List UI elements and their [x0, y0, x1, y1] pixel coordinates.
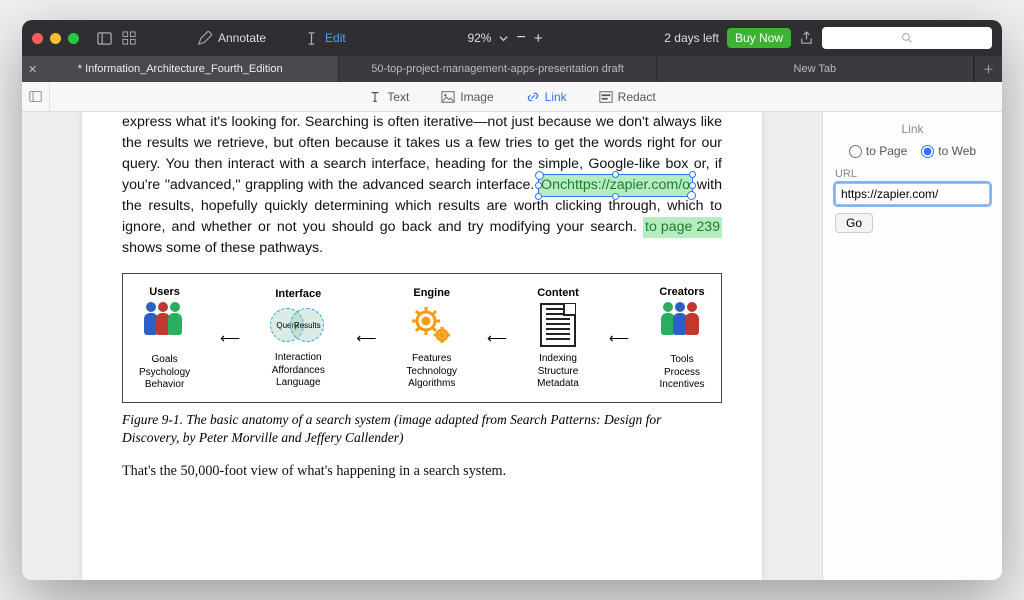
figure-column-users: Users Goals Psychology Behavior	[139, 286, 190, 392]
url-input[interactable]	[835, 183, 990, 205]
radio-label: to Web	[938, 144, 976, 158]
link-annotation-label: to page 239	[645, 219, 720, 235]
go-button[interactable]: Go	[835, 213, 873, 233]
url-field-label: URL	[835, 168, 990, 180]
link-tool-button[interactable]: Link	[526, 90, 567, 104]
image-tool-button[interactable]: Image	[441, 90, 493, 104]
zoom-controls: 92% − +	[467, 29, 542, 47]
edit-toolbar: Text Image Link Redact	[22, 82, 1002, 112]
document-icon	[540, 303, 576, 347]
to-web-radio[interactable]: to Web	[921, 144, 976, 158]
venn-label: Results	[290, 308, 324, 342]
link-annotation[interactable]: to page 239	[643, 217, 722, 238]
zoom-out-button[interactable]: −	[516, 29, 525, 47]
tab-label: 50-top-project-management-apps-presentat…	[371, 63, 624, 75]
image-tool-label: Image	[460, 90, 493, 104]
panel-icon	[29, 90, 42, 103]
to-web-radio-input[interactable]	[921, 145, 934, 158]
thumbnails-icon[interactable]	[122, 31, 137, 46]
figure-col-sub: Goals Psychology Behavior	[139, 354, 190, 392]
panel-title: Link	[835, 122, 990, 136]
paragraph-text: shows some of these pathways.	[122, 240, 323, 256]
edit-mode-button[interactable]: Edit	[304, 31, 346, 46]
text-tool-button[interactable]: Text	[368, 90, 409, 104]
zoom-window-button[interactable]	[68, 33, 79, 44]
body-paragraph: express what it's looking for. Searching…	[122, 112, 722, 259]
figure-col-head: Creators	[659, 286, 704, 298]
figure-column-content: Content Indexing Structure Metadata	[537, 287, 579, 391]
search-icon	[901, 32, 913, 44]
panel-toggle-button[interactable]	[22, 82, 50, 112]
close-tab-icon[interactable]: ✕	[28, 63, 37, 76]
people-icon	[659, 302, 705, 348]
text-tool-label: Text	[387, 90, 409, 104]
document-tab[interactable]: ✕ * Information_Architecture_Fourth_Edit…	[22, 56, 339, 82]
figure-col-head: Interface	[275, 288, 321, 300]
to-page-radio[interactable]: to Page	[849, 144, 907, 158]
trial-days-left: 2 days left	[664, 31, 719, 45]
arrow-icon: ⟵	[609, 330, 629, 347]
link-tool-icon	[526, 90, 540, 104]
redact-tool-button[interactable]: Redact	[599, 90, 656, 104]
link-annotation-label: Onchttps://zapier.com/o	[541, 177, 690, 193]
close-window-button[interactable]	[32, 33, 43, 44]
figure-column-engine: Engine Features Technology Algorithms	[406, 287, 457, 391]
document-viewport[interactable]: express what it's looking for. Searching…	[22, 112, 822, 580]
link-inspector-panel: Link to Page to Web URL Go	[822, 112, 1002, 580]
tab-label: New Tab	[794, 63, 837, 75]
radio-label: to Page	[866, 144, 907, 158]
search-input[interactable]	[822, 27, 992, 49]
document-tab[interactable]: 50-top-project-management-apps-presentat…	[339, 56, 656, 82]
pdf-page: express what it's looking for. Searching…	[82, 112, 762, 580]
venn-icon: Query Results	[270, 304, 326, 346]
redact-tool-icon	[599, 90, 613, 104]
tab-bar: ✕ * Information_Architecture_Fourth_Edit…	[22, 56, 1002, 82]
people-icon	[142, 302, 188, 348]
gears-icon	[408, 303, 456, 347]
pen-icon	[197, 31, 212, 46]
zoom-in-button[interactable]: +	[534, 30, 543, 47]
link-target-radio-group: to Page to Web	[835, 144, 990, 158]
content-area: express what it's looking for. Searching…	[22, 112, 1002, 580]
figure: Users Goals Psychology Behavior ⟵ Interf	[122, 273, 722, 403]
new-tab-button[interactable]: ＋	[974, 56, 1002, 82]
image-tool-icon	[441, 90, 455, 104]
figure-col-sub: Features Technology Algorithms	[406, 353, 457, 391]
chevron-down-icon[interactable]	[499, 34, 508, 43]
share-icon[interactable]	[799, 31, 814, 46]
figure-col-sub: Tools Process Incentives	[659, 354, 704, 392]
body-paragraph: That's the 50,000-foot view of what's ha…	[122, 461, 722, 482]
link-tool-label: Link	[545, 90, 567, 104]
annotate-label: Annotate	[218, 31, 266, 45]
redact-tool-label: Redact	[618, 90, 656, 104]
minimize-window-button[interactable]	[50, 33, 61, 44]
annotate-mode-button[interactable]: Annotate	[197, 31, 266, 46]
edit-label: Edit	[325, 31, 346, 45]
sidebar-toggle-icon[interactable]	[97, 31, 112, 46]
zoom-value[interactable]: 92%	[467, 31, 491, 45]
app-window: Annotate Edit 92% − + 2 days left Buy No…	[22, 20, 1002, 580]
arrow-icon: ⟵	[356, 330, 376, 347]
figure-col-head: Engine	[413, 287, 450, 299]
arrow-icon: ⟵	[487, 330, 507, 347]
buy-now-button[interactable]: Buy Now	[727, 28, 791, 48]
text-tool-icon	[368, 90, 382, 104]
figure-column-creators: Creators Tools Process Incentives	[659, 286, 705, 392]
document-tab[interactable]: New Tab	[657, 56, 974, 82]
figure-column-interface: Interface Query Results Interaction Affo…	[270, 288, 326, 390]
figure-caption: Figure 9-1. The basic anatomy of a searc…	[122, 411, 722, 447]
tab-label: * Information_Architecture_Fourth_Editio…	[78, 63, 283, 75]
to-page-radio-input[interactable]	[849, 145, 862, 158]
text-cursor-icon	[304, 31, 319, 46]
window-controls	[32, 33, 79, 44]
link-annotation-selected[interactable]: Onchttps://zapier.com/o	[539, 175, 692, 196]
arrow-icon: ⟵	[220, 330, 240, 347]
figure-col-sub: Interaction Affordances Language	[272, 352, 325, 390]
figure-col-head: Content	[537, 287, 579, 299]
titlebar: Annotate Edit 92% − + 2 days left Buy No…	[22, 20, 1002, 56]
figure-col-head: Users	[149, 286, 180, 298]
figure-col-sub: Indexing Structure Metadata	[537, 353, 579, 391]
